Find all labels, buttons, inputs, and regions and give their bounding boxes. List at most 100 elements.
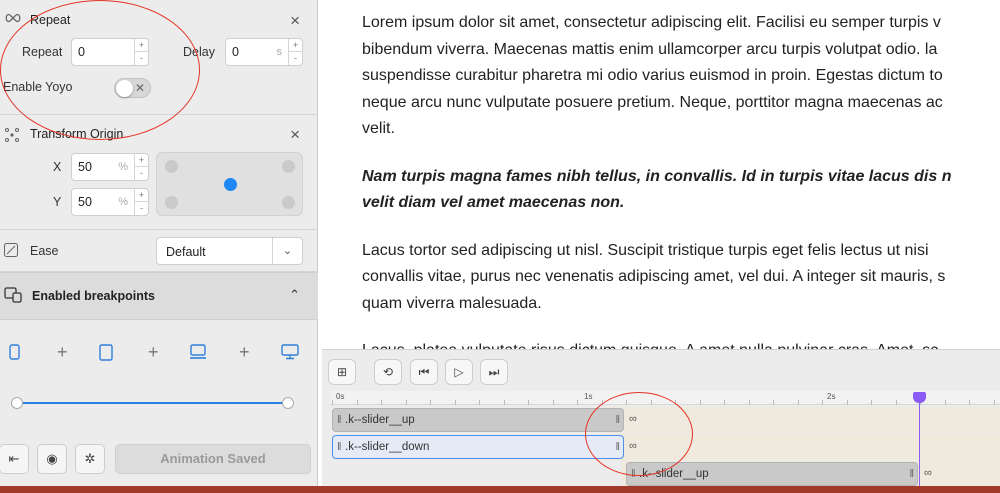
delay-unit: s bbox=[276, 46, 283, 58]
delay-input[interactable] bbox=[232, 45, 272, 59]
play-button[interactable]: ▷ bbox=[445, 359, 473, 385]
ruler-tick bbox=[479, 400, 480, 405]
add-animation-button[interactable]: ⊞ bbox=[328, 359, 356, 385]
origin-x-stepper[interactable]: % +- bbox=[71, 153, 149, 181]
y-label: Y bbox=[53, 195, 62, 209]
ease-curve-icon bbox=[4, 243, 18, 260]
origin-point-center[interactable] bbox=[224, 178, 237, 191]
paragraph-line: neque arcu nunc vulputate posuere pretiu… bbox=[362, 93, 943, 111]
eye-icon: ◉ bbox=[46, 451, 58, 466]
add-breakpoint-icon[interactable]: + bbox=[239, 342, 250, 364]
drag-handle-icon[interactable]: ‖ bbox=[631, 468, 636, 480]
chevron-down-icon[interactable]: ⌄ bbox=[272, 238, 302, 264]
increment-icon[interactable]: + bbox=[135, 154, 148, 167]
breakpoints-title: Enabled breakpoints bbox=[32, 289, 155, 303]
ruler-tick bbox=[675, 400, 676, 405]
close-icon: ✕ bbox=[134, 81, 145, 95]
loop-icon: ⟲ bbox=[382, 365, 394, 379]
ruler-tick bbox=[577, 400, 578, 405]
origin-y-arrows[interactable]: + - bbox=[134, 189, 148, 215]
ruler-tick bbox=[405, 400, 407, 405]
drag-handle-icon[interactable]: ‖ bbox=[337, 441, 342, 453]
playhead[interactable] bbox=[919, 393, 920, 487]
ruler-tick bbox=[454, 400, 456, 405]
resize-handle-icon[interactable]: ‖ bbox=[909, 468, 914, 480]
origin-y-stepper[interactable]: % +- bbox=[71, 188, 149, 216]
increment-icon[interactable]: + bbox=[135, 189, 148, 202]
origin-point-top-right[interactable] bbox=[282, 160, 295, 173]
repeat-stepper-arrows[interactable]: + - bbox=[134, 39, 148, 65]
track-lane bbox=[602, 407, 1000, 433]
mobile-breakpoint-icon[interactable] bbox=[9, 344, 20, 363]
repeat-stepper[interactable]: +- bbox=[71, 38, 149, 66]
yoyo-toggle[interactable]: ✕ bbox=[114, 78, 151, 98]
resize-handle-icon[interactable]: ‖ bbox=[615, 441, 620, 453]
animation-saved-button[interactable]: Animation Saved bbox=[115, 444, 311, 474]
breakpoint-range-max-handle[interactable] bbox=[282, 397, 294, 409]
ruler-tick bbox=[846, 400, 848, 405]
decrement-icon[interactable]: - bbox=[135, 52, 148, 65]
delay-stepper[interactable]: s +- bbox=[225, 38, 303, 66]
infinity-icon: ∞ bbox=[629, 413, 637, 425]
tablet-breakpoint-icon[interactable] bbox=[99, 344, 113, 364]
resize-handle-icon[interactable]: ‖ bbox=[615, 414, 620, 426]
bold-paragraph-line: velit diam vel amet maecenas non. bbox=[362, 194, 625, 211]
decrement-icon[interactable]: - bbox=[289, 52, 302, 65]
increment-icon[interactable]: + bbox=[289, 39, 302, 52]
add-breakpoint-icon[interactable]: + bbox=[57, 342, 68, 364]
ease-select-value: Default bbox=[166, 245, 206, 259]
skip-forward-button[interactable]: ⏭ bbox=[480, 359, 508, 385]
ruler-tick bbox=[993, 400, 995, 405]
origin-point-bottom-left[interactable] bbox=[165, 196, 178, 209]
decrement-icon[interactable]: - bbox=[135, 202, 148, 215]
breakpoint-range-min-handle[interactable] bbox=[11, 397, 23, 409]
ruler-tick bbox=[430, 400, 431, 405]
decrement-icon[interactable]: - bbox=[135, 167, 148, 180]
time-ruler[interactable]: 0s 1s 2s bbox=[330, 391, 1000, 405]
infinity-icon: ∞ bbox=[629, 440, 637, 452]
timeline-track-selected[interactable]: ‖ .k--slider__down ‖ bbox=[332, 435, 624, 459]
origin-y-input[interactable] bbox=[78, 195, 118, 209]
ruler-tick bbox=[944, 400, 946, 405]
track-name: .k--slider__down bbox=[345, 441, 430, 453]
breakpoints-header[interactable]: Enabled breakpoints ⌃ bbox=[0, 272, 318, 320]
origin-picker[interactable] bbox=[156, 152, 303, 216]
repeat-title: Repeat bbox=[30, 13, 71, 27]
exit-button[interactable]: ⇤ bbox=[0, 444, 29, 474]
skip-back-button[interactable]: ⏮ bbox=[410, 359, 438, 385]
ruler-tick bbox=[503, 400, 505, 405]
timeline-track[interactable]: ‖ .k--slider__up ‖ bbox=[332, 408, 624, 432]
toggle-knob bbox=[116, 80, 133, 97]
desktop-breakpoint-icon[interactable] bbox=[281, 344, 299, 363]
skip-forward-icon: ⏭ bbox=[488, 365, 500, 379]
close-repeat-icon[interactable]: × bbox=[290, 12, 300, 29]
origin-y-unit: % bbox=[118, 196, 128, 208]
ease-select[interactable]: Default ⌄ bbox=[156, 237, 303, 265]
origin-x-arrows[interactable]: + - bbox=[134, 154, 148, 180]
exit-icon: ⇤ bbox=[8, 451, 20, 466]
delay-stepper-arrows[interactable]: + - bbox=[288, 39, 302, 65]
origin-point-top-left[interactable] bbox=[165, 160, 178, 173]
ruler-tick bbox=[601, 400, 603, 405]
repeat-input[interactable] bbox=[78, 45, 118, 59]
increment-icon[interactable]: + bbox=[135, 39, 148, 52]
loop-button[interactable]: ⟲ bbox=[374, 359, 402, 385]
delay-label: Delay bbox=[183, 45, 215, 59]
ruler-tick bbox=[528, 400, 529, 405]
origin-point-bottom-right[interactable] bbox=[282, 196, 295, 209]
playhead-handle[interactable] bbox=[913, 392, 926, 403]
play-icon: ▷ bbox=[454, 365, 464, 379]
close-transform-origin-icon[interactable]: × bbox=[290, 126, 300, 143]
paragraph-line: quam viverra malesuada. bbox=[362, 294, 542, 312]
ruler-tick bbox=[626, 400, 627, 405]
preview-button[interactable]: ◉ bbox=[37, 444, 67, 474]
debug-button[interactable]: ✲ bbox=[75, 444, 105, 474]
add-breakpoint-icon[interactable]: + bbox=[148, 342, 159, 364]
breakpoint-range-track[interactable] bbox=[17, 402, 287, 404]
chevron-up-icon[interactable]: ⌃ bbox=[289, 287, 300, 303]
laptop-breakpoint-icon[interactable] bbox=[189, 344, 207, 363]
timeline-track[interactable]: ‖ .k--slider__up ‖ bbox=[626, 462, 918, 486]
origin-x-input[interactable] bbox=[78, 160, 118, 174]
ruler-tick bbox=[724, 400, 725, 405]
drag-handle-icon[interactable]: ‖ bbox=[337, 414, 342, 426]
